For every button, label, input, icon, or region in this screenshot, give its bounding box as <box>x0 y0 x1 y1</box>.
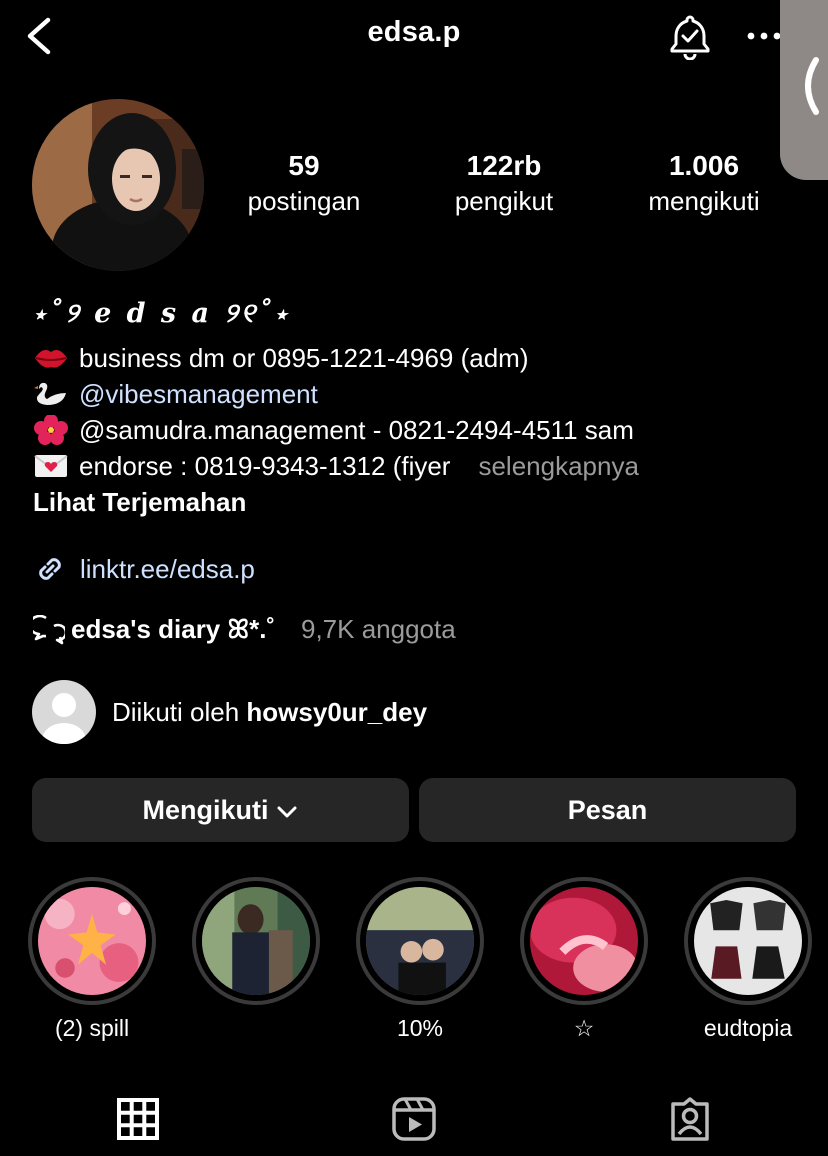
bio-line-2: @vibesmanagement <box>33 376 318 412</box>
bio-line-3-text[interactable]: @samudra.management - 0821-2494-4511 sam <box>79 415 634 445</box>
stat-posts-value: 59 <box>288 150 320 181</box>
followed-by-text: Diikuti oleh howsy0ur_dey <box>112 694 427 730</box>
see-more-link[interactable]: selengkapnya <box>478 451 638 481</box>
following-button-label: Mengikuti <box>142 795 269 825</box>
story-highlight[interactable]: eudtopia <box>684 877 812 1041</box>
story-highlight[interactable]: (2) spill <box>28 877 156 1041</box>
story-highlight[interactable]: 10% <box>356 877 484 1041</box>
following-button[interactable]: Mengikuti <box>32 778 409 842</box>
default-avatar-icon <box>42 693 86 744</box>
stat-followers[interactable]: 122rb pengikut <box>404 148 604 218</box>
bio-line-1-text: business dm or 0895-1221-4969 (adm) <box>79 343 529 373</box>
top-bar: edsa.p <box>0 0 828 180</box>
stat-following-label: mengikuti <box>648 186 760 216</box>
followed-by-username[interactable]: howsy0ur_dey <box>246 697 427 727</box>
highlight-caption: 10% <box>396 1015 444 1041</box>
bio-mention-vibesmanagement[interactable]: @vibesmanagement <box>79 379 318 409</box>
highlight-ring <box>28 877 156 1005</box>
channel-name: edsa's diary ꕤ*.˚ <box>71 614 276 644</box>
highlight-ring <box>192 877 320 1005</box>
stat-posts-label: postingan <box>247 186 361 216</box>
more-dots-icon[interactable] <box>744 22 784 50</box>
channel-member-count: 9,7K anggota <box>301 614 456 644</box>
link-icon <box>39 558 61 580</box>
see-translation-link[interactable]: Lihat Terjemahan <box>33 484 246 520</box>
story-highlight[interactable] <box>192 877 320 1005</box>
highlight-cover <box>694 887 802 995</box>
story-highlight[interactable]: ☆ <box>520 877 648 1041</box>
highlight-ring <box>356 877 484 1005</box>
profile-photo <box>32 99 204 271</box>
stat-posts[interactable]: 59 postingan <box>204 148 404 218</box>
highlight-cover <box>38 887 146 995</box>
bio-line-1: business dm or 0895-1221-4969 (adm) <box>33 340 528 376</box>
bio-line-3: @samudra.management - 0821-2494-4511 sam <box>33 412 634 448</box>
hibiscus-emoji-icon <box>34 415 68 445</box>
follower-avatar <box>32 680 96 744</box>
grid-icon[interactable] <box>115 1096 161 1142</box>
followed-by-prefix: Diikuti oleh <box>112 697 247 727</box>
stat-followers-label: pengikut <box>454 186 554 216</box>
stat-following-value: 1.006 <box>668 150 740 181</box>
lips-emoji-icon <box>35 350 67 368</box>
highlight-ring <box>684 877 812 1005</box>
stat-following[interactable]: 1.006 mengikuti <box>604 148 804 218</box>
stat-followers-value: 122rb <box>466 150 542 181</box>
reels-icon[interactable] <box>391 1096 437 1142</box>
swan-emoji-icon <box>34 382 66 405</box>
message-button-label: Pesan <box>567 795 648 825</box>
bio-line-4: endorse : 0819-9343-1312 (fiyer selengkap… <box>33 448 639 484</box>
external-link-text: linktr.ee/edsa.p <box>80 554 255 584</box>
notification-bell-check-icon[interactable] <box>666 12 714 60</box>
side-panel-chevron-icon <box>805 57 819 115</box>
chevron-down-icon <box>277 806 296 818</box>
highlight-cover <box>530 887 638 995</box>
bio-line-4-text: endorse : 0819-9343-1312 (fiyer <box>79 451 451 481</box>
highlight-caption: ☆ <box>573 1015 595 1041</box>
profile-tabs <box>0 1092 828 1156</box>
message-button[interactable]: Pesan <box>419 778 796 842</box>
highlight-cover <box>366 887 474 995</box>
highlight-caption: eudtopia <box>703 1015 793 1041</box>
display-name: ⋆˚୨ e d s a ୨୧˚⋆ <box>33 298 291 329</box>
love-letter-emoji-icon <box>34 455 68 477</box>
highlight-ring <box>520 877 648 1005</box>
highlight-caption: (2) spill <box>54 1015 130 1041</box>
followed-by-row[interactable]: Diikuti oleh howsy0ur_dey <box>32 680 792 744</box>
profile-avatar[interactable] <box>32 99 204 271</box>
tagged-person-icon[interactable] <box>667 1096 713 1142</box>
highlight-cover <box>202 887 310 995</box>
chat-bubbles-icon <box>33 615 65 645</box>
